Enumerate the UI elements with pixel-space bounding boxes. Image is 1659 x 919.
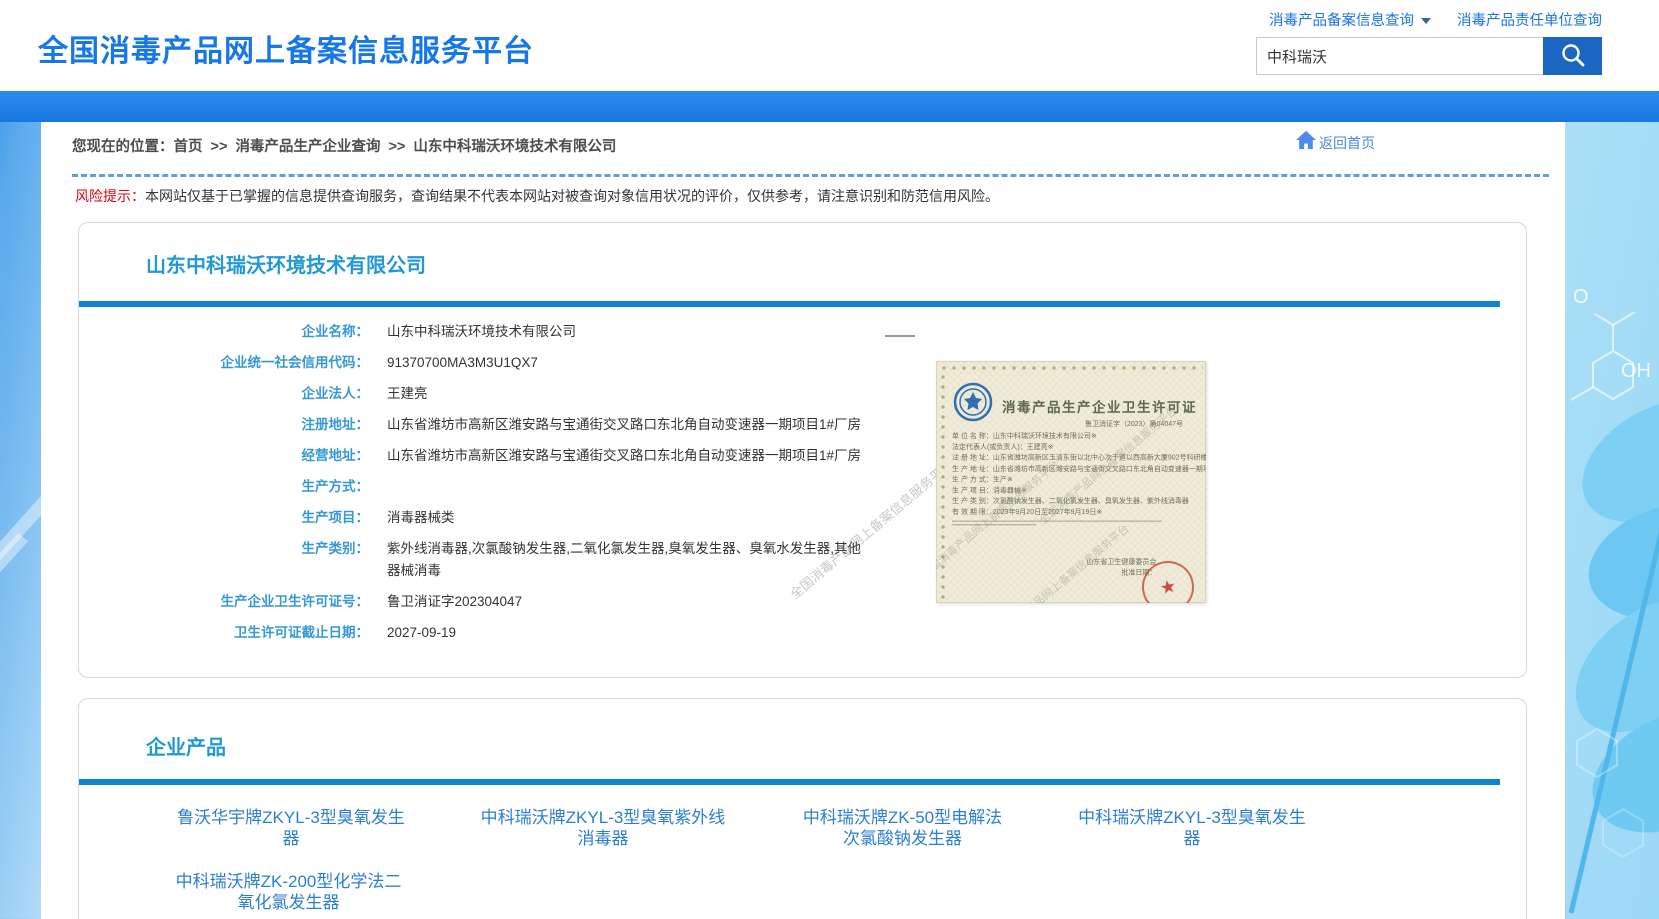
breadcrumb: 您现在的位置：首页 >> 消毒产品生产企业查询 >> 山东中科瑞沃环境技术有限公司 — [72, 135, 616, 156]
products-heading: 企业产品 — [146, 731, 226, 760]
field-value: 91370700MA3M3U1QX7 — [387, 352, 538, 374]
header-blue-band — [0, 91, 1659, 122]
content-container: 您现在的位置：首页 >> 消毒产品生产企业查询 >> 山东中科瑞沃环境技术有限公司 返回… — [41, 122, 1565, 919]
product-link[interactable]: 鲁沃华宇牌ZKYL-3型臭氧发生器 — [171, 807, 411, 849]
certificate-number: 鲁卫消证字（2023）第04047号 — [952, 419, 1201, 430]
field-row: 企业名称： 山东中科瑞沃环境技术有限公司 — [79, 321, 979, 343]
field-row: 企业统一社会信用代码： 91370700MA3M3U1QX7 — [79, 352, 979, 374]
top-header: 全国消毒产品网上备案信息服务平台 消毒产品备案信息查询 消毒产品责任单位查询 — [0, 0, 1659, 91]
risk-notice-label: 风险提示： — [75, 188, 145, 204]
background-chemistry-art: OH O — [1563, 121, 1659, 919]
field-value: 山东省潍坊市高新区潍安路与宝通街交叉路口东北角自动变速器一期项目1#厂房 — [387, 445, 861, 467]
product-link[interactable]: 中科瑞沃牌ZK-200型化学法二氧化氯发生器 — [171, 871, 406, 913]
field-label: 企业法人： — [79, 383, 369, 405]
field-row: 卫生许可证截止日期： 2027-09-19 — [79, 622, 979, 644]
breadcrumb-enterprise-query[interactable]: 消毒产品生产企业查询 — [235, 139, 380, 155]
certificate-title: 消毒产品生产企业卫生许可证 — [1002, 396, 1197, 416]
certificate-line: 有 效 期 限：2023年9月20日至2027年9月19日※ — [952, 507, 1201, 518]
breadcrumb-current: 山东中科瑞沃环境技术有限公司 — [413, 139, 616, 155]
field-label: 注册地址： — [79, 414, 369, 436]
certificate-line: 生 产 项 目：消毒器械※ — [952, 485, 1201, 496]
home-icon — [1295, 130, 1319, 153]
product-list: 鲁沃华宇牌ZKYL-3型臭氧发生器中科瑞沃牌ZKYL-3型臭氧紫外线消毒器中科瑞… — [171, 807, 1501, 913]
certificate-lines: 单 位 名 称：山东中科瑞沃环境技术有限公司※法定代表人(或负责人)：王建亮※注… — [952, 431, 1201, 518]
field-value: 山东省潍坊市高新区潍安路与宝通街交叉路口东北角自动变速器一期项目1#厂房 — [387, 414, 861, 436]
search-bar — [1256, 37, 1602, 75]
field-value: 紫外线消毒器,次氯酸钠发生器,二氧化氯发生器,臭氧发生器、臭氧水发生器,其他器械… — [387, 538, 867, 582]
field-value: 鲁卫消证字202304047 — [387, 591, 522, 613]
image-placeholder-dash — [885, 335, 915, 337]
certificate-line: 生 产 地 址：山东省潍坊市高新区潍安路与宝通街交叉路口东北角自动变速器一期项目… — [952, 463, 1201, 474]
field-label: 生产方式： — [79, 476, 369, 498]
nav-responsible-unit-query[interactable]: 消毒产品责任单位查询 — [1457, 13, 1602, 29]
company-products-card: 企业产品 鲁沃华宇牌ZKYL-3型臭氧发生器 中科瑞沃牌ZKYL-3型臭氧紫外线消… — [78, 698, 1527, 919]
breadcrumb-separator: >> — [388, 139, 405, 155]
field-row: 生产方式： — [79, 476, 979, 498]
certificate-line: 法定代表人(或负责人)：王建亮※ — [952, 442, 1201, 453]
product-link[interactable]: 中科瑞沃牌ZKYL-3型臭氧紫外线消毒器 — [473, 807, 733, 849]
site-title: 全国消毒产品网上备案信息服务平台 — [38, 26, 534, 70]
background-left-art — [0, 468, 41, 608]
field-value: 消毒器械类 — [387, 507, 455, 529]
search-input[interactable] — [1256, 37, 1543, 75]
certificate-line: 单 位 名 称：山东中科瑞沃环境技术有限公司※ — [952, 431, 1201, 442]
field-label: 生产项目： — [79, 507, 369, 529]
company-name-heading: 山东中科瑞沃环境技术有限公司 — [146, 249, 426, 278]
nav-record-info-query[interactable]: 消毒产品备案信息查询 — [1269, 13, 1431, 29]
heading-underline — [79, 779, 1500, 785]
field-label: 经营地址： — [79, 445, 369, 467]
field-label: 生产类别： — [79, 538, 369, 582]
risk-notice: 风险提示：本网站仅基于已掌握的信息提供查询服务，查询结果不代表本网站对被查询对象… — [75, 186, 999, 206]
field-row: 生产项目： 消毒器械类 — [79, 507, 979, 529]
product-link[interactable]: 中科瑞沃牌ZKYL-3型臭氧发生器 — [1072, 807, 1312, 849]
back-home-link[interactable]: 返回首页 — [1295, 130, 1375, 153]
field-row: 注册地址： 山东省潍坊市高新区潍安路与宝通街交叉路口东北角自动变速器一期项目1#厂… — [79, 414, 979, 436]
back-home-label: 返回首页 — [1319, 133, 1375, 153]
field-value: 王建亮 — [387, 383, 428, 405]
company-fields: 企业名称： 山东中科瑞沃环境技术有限公司企业统一社会信用代码： 91370700MA… — [79, 321, 979, 653]
field-value: 2027-09-19 — [387, 622, 456, 644]
company-info-card: 山东中科瑞沃环境技术有限公司 企业名称：山东中科瑞沃环境技术有限公司企业统一社会… — [78, 222, 1527, 678]
certificate-line: 注 册 地 址：山东省潍坊高新区玉清东街以北中心次干道以西高新大厦902号科研楼 — [952, 453, 1201, 464]
product-link[interactable]: 中科瑞沃牌ZK-50型电解法次氯酸钠发生器 — [795, 807, 1010, 849]
certificate-fine-print — [952, 521, 1162, 522]
field-label: 生产企业卫生许可证号： — [79, 591, 369, 613]
breadcrumb-home[interactable]: 首页 — [174, 139, 203, 155]
search-icon — [1559, 41, 1587, 72]
certificate-body: 鲁卫消证字（2023）第04047号 单 位 名 称：山东中科瑞沃环境技术有限公… — [952, 419, 1201, 525]
field-row: 生产企业卫生许可证号： 鲁卫消证字202304047 — [79, 591, 979, 613]
field-label: 企业名称： — [79, 321, 369, 343]
svg-text:OH: OH — [1621, 360, 1651, 382]
search-button[interactable] — [1543, 37, 1602, 75]
certificate-fine-print — [952, 524, 1036, 525]
hygiene-license-certificate-image: 全国消毒产品网上备案信息服务平台 全国消毒产品网上备案信息服务平台 全国消毒产品… — [936, 361, 1206, 603]
field-value: 山东中科瑞沃环境技术有限公司 — [387, 321, 576, 343]
field-row: 经营地址： 山东省潍坊市高新区潍安路与宝通街交叉路口东北角自动变速器一期项目1#厂… — [79, 445, 979, 467]
field-label: 企业统一社会信用代码： — [79, 352, 369, 374]
heading-underline — [79, 301, 1500, 307]
dropdown-caret-icon — [1421, 18, 1431, 24]
breadcrumb-location-label: 您现在的位置： — [72, 139, 174, 155]
risk-notice-text: 本网站仅基于已掌握的信息提供查询服务，查询结果不代表本网站对被查询对象信用状况的… — [145, 188, 999, 204]
certificate-line: 生 产 方 式：生产※ — [952, 474, 1201, 485]
dashed-divider — [72, 174, 1549, 177]
top-nav: 消毒产品备案信息查询 消毒产品责任单位查询 — [1256, 9, 1602, 30]
breadcrumb-separator: >> — [211, 139, 228, 155]
field-label: 卫生许可证截止日期： — [79, 622, 369, 644]
certificate-line: 生 产 类 别：次氯酸钠发生器、二氧化氯发生器、臭氧发生器、紫外线消毒器 — [952, 496, 1201, 507]
field-row: 企业法人： 王建亮 — [79, 383, 979, 405]
svg-text:O: O — [1573, 286, 1589, 308]
